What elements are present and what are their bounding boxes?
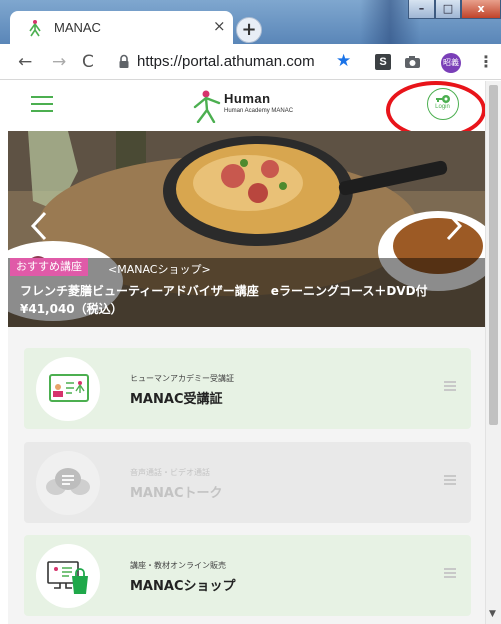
- hero-title: フレンチ菱膳ビューティーアドバイザー講座 eラーニングコース＋DVD付 ¥41,…: [20, 284, 440, 316]
- carousel-next-icon[interactable]: [445, 211, 463, 241]
- site-header: Human Human Academy MANAC Login: [8, 81, 485, 139]
- page-viewport: Human Human Academy MANAC Login おすすめ講座 <…: [8, 81, 485, 624]
- human-academy-logo[interactable]: Human Human Academy MANAC: [192, 89, 312, 123]
- manac-favicon-icon: [29, 20, 41, 37]
- hamburger-line: [31, 96, 53, 98]
- card-icon-circle: [36, 544, 100, 608]
- chat-bubbles-icon: [46, 468, 90, 495]
- logo-figure-icon: [193, 90, 221, 123]
- card-title: MANACトーク: [130, 486, 223, 501]
- card-icon-circle: [36, 357, 100, 421]
- profile-avatar[interactable]: 昭義: [441, 53, 461, 73]
- card-icon-circle: [36, 451, 100, 515]
- extension-s-icon[interactable]: S: [375, 54, 391, 70]
- hamburger-line: [31, 110, 53, 112]
- maximize-button[interactable]: □: [435, 0, 461, 19]
- forward-arrow-icon[interactable]: →: [52, 52, 66, 72]
- drag-handle-icon[interactable]: [444, 568, 456, 578]
- drag-handle-icon[interactable]: [444, 381, 456, 391]
- bookmark-star-icon[interactable]: ★: [336, 51, 351, 71]
- hero-caption[interactable]: おすすめ講座 <MANACショップ> フレンチ菱膳ビューティーアドバイザー講座 …: [8, 258, 485, 327]
- card-title: MANACショップ: [130, 579, 236, 594]
- window-title-bar: MANAC × + – □ x: [0, 0, 501, 44]
- address-bar[interactable]: https://portal.athuman.com: [110, 49, 368, 75]
- camera-icon[interactable]: [404, 54, 421, 70]
- card-manac-shop[interactable]: 講座・教材オンライン販売 MANACショップ: [24, 535, 471, 616]
- close-window-button[interactable]: x: [461, 0, 501, 19]
- tab-close-icon[interactable]: ×: [213, 17, 226, 35]
- scroll-down-arrow-icon[interactable]: ▼: [489, 609, 496, 619]
- card-manac-id[interactable]: ヒューマンアカデミー受講証 MANAC受講証: [24, 348, 471, 429]
- url-text: https://portal.athuman.com: [137, 53, 315, 70]
- browser-tab-manac[interactable]: MANAC ×: [10, 11, 233, 44]
- handle-line: [444, 389, 456, 391]
- scrollbar-thumb[interactable]: [489, 85, 498, 425]
- shopping-bag-icon: [47, 561, 88, 594]
- drag-handle-icon[interactable]: [444, 475, 456, 485]
- logo-wordmark: Human: [224, 91, 271, 106]
- card-subtitle: ヒューマンアカデミー受講証: [130, 374, 234, 383]
- handle-line: [444, 483, 456, 485]
- window-controls: – □ x: [397, 0, 501, 20]
- shop-tag: <MANACショップ>: [108, 263, 211, 276]
- id-card-icon: [49, 374, 89, 402]
- browser-toolbar: ← → C https://portal.athuman.com ★ S 昭義 …: [0, 44, 501, 80]
- handle-line: [444, 572, 456, 574]
- handle-line: [444, 385, 456, 387]
- back-arrow-icon[interactable]: ←: [18, 52, 32, 72]
- hamburger-menu-icon[interactable]: [31, 96, 53, 114]
- card-title: MANAC受講証: [130, 392, 223, 407]
- handle-line: [444, 576, 456, 578]
- page-scrollbar[interactable]: ▼: [485, 81, 501, 624]
- card-manac-talk[interactable]: 音声通話・ビデオ通話 MANACトーク: [24, 442, 471, 523]
- lock-icon: [119, 54, 129, 68]
- carousel-prev-icon[interactable]: [30, 211, 48, 241]
- handle-line: [444, 475, 456, 477]
- card-subtitle: 講座・教材オンライン販売: [130, 561, 226, 570]
- handle-line: [444, 479, 456, 481]
- card-subtitle: 音声通話・ビデオ通話: [130, 468, 210, 477]
- hero-carousel[interactable]: おすすめ講座 <MANACショップ> フレンチ菱膳ビューティーアドバイザー講座 …: [8, 131, 485, 327]
- recommended-badge: おすすめ講座: [10, 258, 88, 276]
- new-tab-button[interactable]: +: [236, 17, 262, 43]
- hamburger-line: [31, 103, 53, 105]
- browser-menu-icon[interactable]: ⋮: [478, 52, 494, 71]
- minimize-button[interactable]: –: [408, 0, 435, 19]
- handle-line: [444, 381, 456, 383]
- reload-icon[interactable]: C: [82, 52, 94, 72]
- tab-title: MANAC: [54, 20, 101, 35]
- handle-line: [444, 568, 456, 570]
- logo-subtitle: Human Academy MANAC: [224, 108, 294, 114]
